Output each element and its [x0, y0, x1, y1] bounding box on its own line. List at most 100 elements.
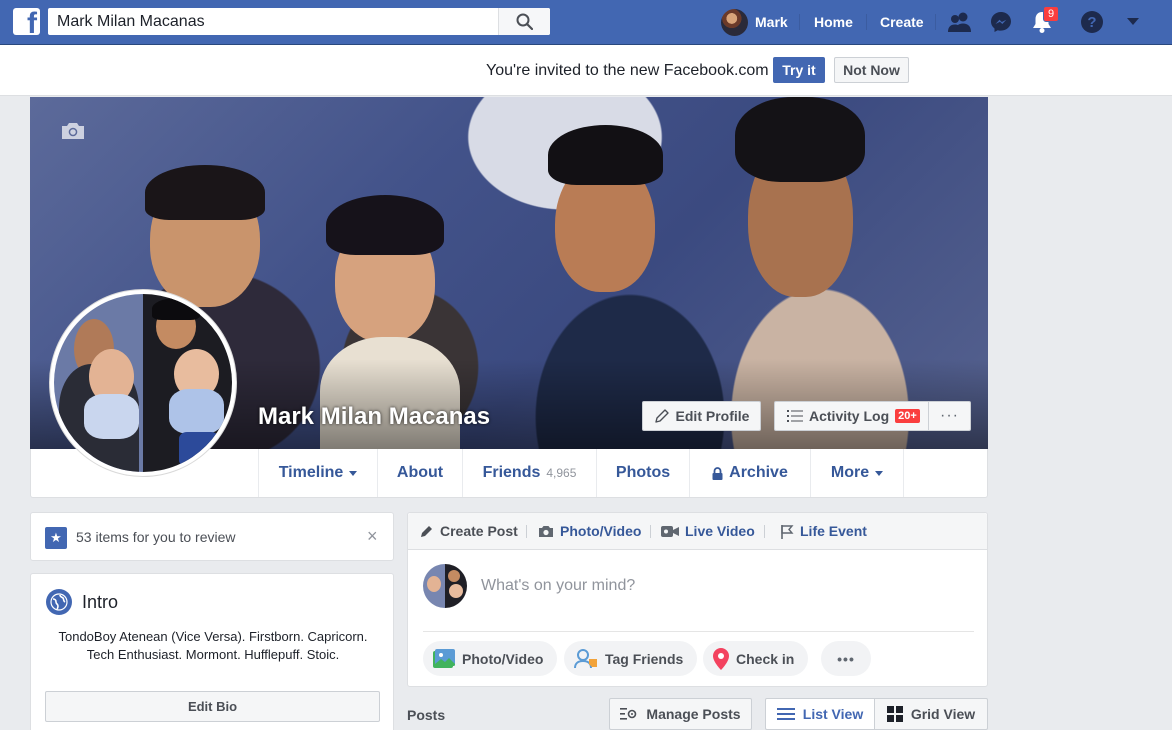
- manage-posts-button[interactable]: Manage Posts: [609, 698, 752, 730]
- new-facebook-invite-bar: You're invited to the new Facebook.com T…: [0, 45, 1172, 96]
- check-in-action-button[interactable]: Check in: [703, 641, 809, 676]
- grid-view-button[interactable]: Grid View: [874, 698, 988, 730]
- whats-on-your-mind-input[interactable]: What's on your mind?: [481, 577, 635, 595]
- svg-text:?: ?: [1087, 14, 1096, 31]
- try-it-button[interactable]: Try it: [773, 57, 825, 83]
- edit-profile-button[interactable]: Edit Profile: [642, 401, 761, 431]
- review-items-text: 53 items for you to review: [76, 529, 236, 545]
- account-menu-chevron-down-icon[interactable]: [1120, 9, 1146, 35]
- help-icon[interactable]: ?: [1079, 9, 1105, 35]
- list-icon: [787, 410, 803, 422]
- chevron-down-icon: [349, 470, 358, 476]
- composer-tab-create-post[interactable]: Create Post: [420, 523, 518, 539]
- chevron-down-icon: [875, 470, 884, 476]
- top-navigation-bar: f Mark Home Create: [0, 0, 1172, 45]
- nav-home-link[interactable]: Home: [814, 14, 853, 30]
- profile-name[interactable]: Mark Milan Macanas: [258, 403, 490, 431]
- action-label: Tag Friends: [605, 650, 684, 667]
- tab-label: About: [396, 464, 444, 481]
- tab-label: Photos: [615, 464, 671, 481]
- more-options-button[interactable]: ···: [928, 401, 971, 431]
- manage-posts-icon: [620, 708, 637, 720]
- avatar-detail: [427, 576, 441, 592]
- edit-profile-label: Edit Profile: [675, 408, 750, 424]
- composer-tab-divider: [526, 525, 527, 538]
- composer-tab-photo-video[interactable]: Photo/Video: [538, 523, 641, 539]
- profile-photo-detail: [84, 394, 139, 439]
- cover-figure: [326, 195, 444, 255]
- intro-bio: TondoBoy Atenean (Vice Versa). Firstborn…: [58, 629, 368, 662]
- composer-tab-live-video[interactable]: Live Video: [661, 523, 755, 539]
- not-now-button[interactable]: Not Now: [834, 57, 909, 83]
- lock-icon: [712, 466, 723, 480]
- location-pin-icon: [713, 647, 729, 670]
- activity-log-badge: 20+: [895, 409, 920, 423]
- friends-count: 4,965: [546, 466, 577, 480]
- update-cover-camera-icon[interactable]: [60, 121, 86, 141]
- tag-friends-icon: [574, 648, 597, 668]
- composer-avatar: [423, 564, 467, 608]
- tab-label: Timeline: [278, 464, 344, 481]
- tab-timeline[interactable]: Timeline: [258, 449, 377, 497]
- nav-divider: [799, 14, 800, 30]
- friend-requests-icon[interactable]: [947, 9, 973, 35]
- search-button[interactable]: [498, 8, 550, 35]
- intro-card: Intro TondoBoy Atenean (Vice Versa). Fir…: [30, 573, 394, 730]
- messenger-icon[interactable]: [988, 9, 1014, 35]
- composer-tab-life-event[interactable]: Life Event: [780, 523, 867, 539]
- photo-video-action-button[interactable]: Photo/Video: [423, 641, 558, 676]
- tab-label: More: [830, 464, 870, 481]
- profile-picture-image: [54, 294, 232, 472]
- cover-figure: [145, 165, 265, 220]
- edit-bio-button[interactable]: Edit Bio: [45, 691, 380, 722]
- action-label: Photo/Video: [462, 650, 544, 667]
- activity-log-label: Activity Log: [809, 408, 890, 424]
- profile-photo-detail: [179, 432, 219, 467]
- composer-divider: [423, 631, 974, 632]
- tab-archive[interactable]: Archive: [689, 449, 810, 497]
- tab-photos[interactable]: Photos: [596, 449, 689, 497]
- close-icon[interactable]: ×: [367, 526, 378, 547]
- user-avatar: [721, 8, 748, 36]
- tab-friends[interactable]: Friends 4,965: [462, 449, 596, 497]
- composer-tab-divider: [650, 525, 651, 538]
- nav-create-link[interactable]: Create: [880, 14, 924, 30]
- list-view-button[interactable]: List View: [765, 698, 875, 730]
- nav-divider: [935, 14, 936, 30]
- facebook-logo-icon[interactable]: f: [13, 8, 40, 35]
- video-camera-icon: [661, 525, 679, 537]
- pencil-icon: [421, 526, 432, 537]
- nav-user-name: Mark: [755, 14, 788, 30]
- composer-tab-divider: [764, 525, 765, 538]
- avatar-detail: [449, 584, 463, 598]
- profile-picture[interactable]: [49, 289, 237, 477]
- more-actions-button[interactable]: •••: [821, 641, 871, 676]
- search-icon: [516, 13, 533, 30]
- flag-icon: [781, 524, 794, 539]
- list-view-icon: [776, 708, 795, 720]
- post-composer: Create Post Photo/Video Live Video Life …: [407, 512, 988, 687]
- nav-user-link[interactable]: Mark: [721, 8, 788, 36]
- grid-view-label: Grid View: [910, 706, 976, 722]
- composer-tab-label: Live Video: [685, 523, 755, 539]
- invite-text: You're invited to the new Facebook.com: [486, 62, 769, 79]
- tab-about[interactable]: About: [377, 449, 462, 497]
- tab-label: Archive: [729, 464, 788, 481]
- profile-photo-detail: [169, 389, 224, 434]
- composer-tab-label: Photo/Video: [560, 523, 642, 539]
- manage-posts-label: Manage Posts: [646, 706, 741, 722]
- list-view-label: List View: [802, 706, 864, 722]
- composer-tab-label: Create Post: [440, 523, 518, 539]
- tab-more[interactable]: More: [810, 449, 904, 497]
- review-items-card[interactable]: ★ 53 items for you to review ×: [30, 512, 394, 561]
- photo-icon: [433, 648, 455, 668]
- star-icon: ★: [45, 527, 67, 549]
- notifications-count-badge: 9: [1043, 6, 1059, 22]
- tag-friends-action-button[interactable]: Tag Friends: [564, 641, 698, 676]
- search-input[interactable]: [48, 8, 498, 35]
- pencil-icon: [654, 409, 669, 423]
- cover-figure: [735, 97, 865, 182]
- activity-log-button[interactable]: Activity Log 20+: [774, 401, 929, 431]
- profile-photo-detail: [152, 298, 200, 320]
- composer-tabs: Create Post Photo/Video Live Video Life …: [408, 513, 987, 550]
